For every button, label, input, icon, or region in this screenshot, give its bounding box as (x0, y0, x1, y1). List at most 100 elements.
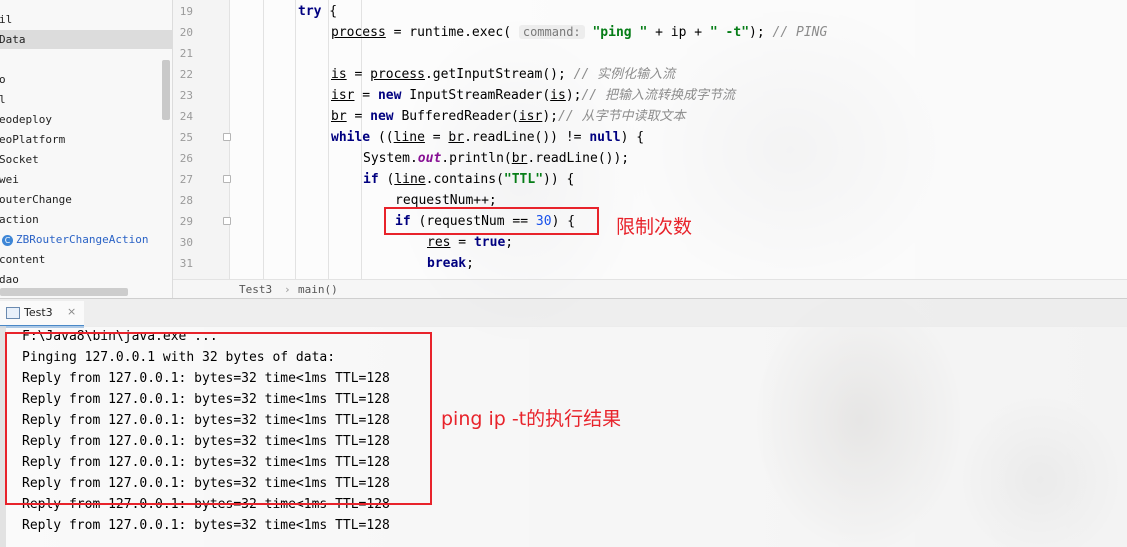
line-number: 29 (179, 215, 193, 228)
keyword: break (427, 256, 467, 271)
code-text: = (354, 88, 378, 103)
tree-item-label: ZBRouterChangeAction (16, 233, 149, 246)
code-text: = runtime.exec( (385, 25, 519, 40)
parameter-hint: command: (518, 25, 585, 39)
code-text: { (321, 4, 338, 19)
code-line[interactable]: while ((line = br.readLine()) != null) { (331, 127, 644, 148)
code-line[interactable]: br = new BufferedReader(isr);// 从字节中读取文本 (331, 106, 685, 127)
keyword: null (589, 130, 621, 145)
tab-run-test3[interactable]: Test3 × (0, 301, 84, 328)
code-text: requestNum++; (395, 193, 497, 208)
code-text: = (450, 235, 474, 250)
tree-item-label: il (0, 13, 13, 26)
code-text: ; (466, 256, 474, 271)
code-text: ( (378, 172, 395, 187)
code-text: InputStreamReader( (401, 88, 551, 103)
variable: br (331, 109, 347, 124)
variable: res (427, 235, 451, 250)
code-text: .getInputStream(); (424, 67, 566, 82)
code-text: = (346, 67, 371, 82)
variable: br (511, 151, 528, 166)
keyword: while (331, 130, 371, 145)
tree-item-label: wei (0, 173, 19, 186)
variable: br (448, 130, 465, 145)
tree-horizontal-scrollbar[interactable] (0, 288, 128, 296)
code-line[interactable]: process = runtime.exec( command: "ping "… (331, 22, 827, 43)
keyword: try (298, 4, 322, 19)
tree-item[interactable]: outerChange (0, 190, 160, 209)
keyword: if (363, 172, 379, 187)
line-number: 27 (179, 173, 193, 186)
tree-item[interactable]: o (0, 70, 160, 89)
line-number: 19 (179, 5, 193, 18)
breadcrumb: Test3 › main() (173, 279, 1127, 299)
tree-item[interactable]: action (0, 210, 160, 229)
code-text: ; (505, 235, 514, 250)
code-text: )) { (543, 172, 575, 187)
variable: process (331, 25, 386, 40)
variable: isr (331, 88, 355, 103)
code-text: .readLine()); (527, 151, 630, 166)
code-text: BufferedReader( (393, 109, 519, 124)
tree-item[interactable]: Socket (0, 150, 160, 169)
console-line: Reply from 127.0.0.1: bytes=32 time<1ms … (22, 518, 390, 533)
string-literal: "TTL" (503, 172, 544, 187)
breadcrumb-class[interactable]: Test3 (239, 280, 272, 299)
variable: line (394, 172, 426, 187)
fold-marker-icon[interactable] (223, 133, 231, 141)
highlight-box-console (5, 332, 432, 505)
tree-item-label: Data (0, 33, 26, 46)
variable: process (370, 67, 425, 82)
run-tool-window-tabs: Test3 × (0, 298, 1127, 328)
code-line[interactable]: System.out.println(br.readLine()); (363, 148, 629, 169)
annotation-result-label: ping ip -t的执行结果 (441, 408, 622, 430)
code-line[interactable]: res = true; (427, 232, 513, 253)
code-text: System. (363, 151, 418, 166)
code-line[interactable]: isr = new InputStreamReader(is);// 把输入流转… (331, 85, 735, 106)
variable: isr (518, 109, 543, 124)
tree-item[interactable]: il (0, 10, 160, 29)
string-literal: "ping " (592, 25, 648, 40)
tree-item[interactable]: eodeploy (0, 110, 160, 129)
breadcrumb-separator-icon: › (284, 283, 291, 296)
tree-item[interactable]: content (0, 250, 160, 269)
line-number-gutter: 19 20 21 22 23 24 25 26 27 28 29 30 31 (173, 0, 231, 279)
tree-item-label: content (0, 253, 46, 266)
code-line[interactable]: is = process.getInputStream(); // 实例化输入流 (331, 64, 675, 85)
tree-item-label: dao (0, 273, 19, 286)
code-line[interactable]: break; (427, 253, 474, 274)
close-icon[interactable]: × (67, 305, 76, 318)
tree-item[interactable]: wei (0, 170, 160, 189)
code-text: ); (749, 25, 765, 40)
line-number: 24 (179, 110, 193, 123)
tree-item[interactable]: eoPlatform (0, 130, 160, 149)
variable: line (393, 130, 425, 145)
comment: // PING (764, 25, 828, 40)
line-number: 31 (179, 257, 193, 270)
keyword: true (473, 235, 506, 250)
code-line[interactable]: try { (298, 1, 337, 22)
tree-item[interactable]: dao (0, 270, 160, 289)
tree-item-label: eodeploy (0, 113, 52, 126)
keyword: new (377, 88, 402, 103)
indent-guide (328, 0, 329, 279)
code-text: .readLine()) != (464, 130, 590, 145)
tree-item[interactable]: l (0, 90, 160, 109)
run-tab-label: Test3 (24, 306, 53, 319)
indent-guide (263, 0, 264, 279)
line-number: 21 (179, 47, 193, 60)
project-tree-panel: il Data o l eodeploy eoPlatform Socket w… (0, 0, 173, 298)
tree-item-label: Socket (0, 153, 39, 166)
tree-item-selected[interactable]: Data (0, 30, 172, 49)
highlight-box-limit (384, 207, 599, 235)
tree-item-label: action (0, 213, 39, 226)
fold-marker-icon[interactable] (223, 175, 231, 183)
breadcrumb-method[interactable]: main() (298, 280, 338, 299)
keyword: new (370, 109, 394, 124)
code-line[interactable]: if (line.contains("TTL")) { (363, 169, 574, 190)
line-number: 28 (179, 194, 193, 207)
tree-item-class[interactable]: C ZBRouterChangeAction (0, 230, 160, 249)
variable: is (331, 67, 347, 82)
fold-marker-icon[interactable] (223, 217, 231, 225)
code-text: (( (370, 130, 394, 145)
